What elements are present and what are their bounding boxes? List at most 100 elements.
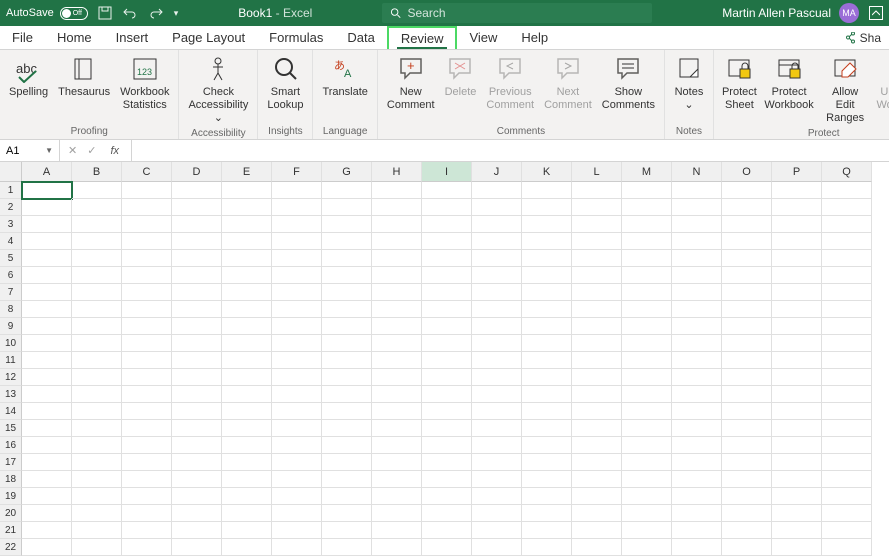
- cell-L10[interactable]: [572, 335, 622, 352]
- cell-K14[interactable]: [522, 403, 572, 420]
- cell-O1[interactable]: [722, 182, 772, 199]
- check-button[interactable]: CheckAccessibility ⌄: [183, 52, 253, 128]
- cell-M14[interactable]: [622, 403, 672, 420]
- column-header-J[interactable]: J: [472, 162, 522, 182]
- cell-F19[interactable]: [272, 488, 322, 505]
- cell-F17[interactable]: [272, 454, 322, 471]
- cell-Q15[interactable]: [822, 420, 872, 437]
- undo-icon[interactable]: [122, 6, 138, 20]
- cell-H7[interactable]: [372, 284, 422, 301]
- cell-H11[interactable]: [372, 352, 422, 369]
- cell-P20[interactable]: [772, 505, 822, 522]
- cell-E20[interactable]: [222, 505, 272, 522]
- protect-button[interactable]: ProtectWorkbook: [761, 52, 818, 114]
- cell-K6[interactable]: [522, 267, 572, 284]
- column-header-G[interactable]: G: [322, 162, 372, 182]
- cell-M5[interactable]: [622, 250, 672, 267]
- cell-K3[interactable]: [522, 216, 572, 233]
- cell-F14[interactable]: [272, 403, 322, 420]
- cell-C20[interactable]: [122, 505, 172, 522]
- cell-N10[interactable]: [672, 335, 722, 352]
- cell-M19[interactable]: [622, 488, 672, 505]
- cell-L2[interactable]: [572, 199, 622, 216]
- cell-Q16[interactable]: [822, 437, 872, 454]
- cell-N9[interactable]: [672, 318, 722, 335]
- cell-A12[interactable]: [22, 369, 72, 386]
- cell-H14[interactable]: [372, 403, 422, 420]
- cell-P17[interactable]: [772, 454, 822, 471]
- cell-H15[interactable]: [372, 420, 422, 437]
- cell-D8[interactable]: [172, 301, 222, 318]
- cell-K5[interactable]: [522, 250, 572, 267]
- tab-data[interactable]: Data: [335, 26, 386, 49]
- cell-L18[interactable]: [572, 471, 622, 488]
- cell-H13[interactable]: [372, 386, 422, 403]
- share-button[interactable]: Sha: [837, 26, 889, 49]
- cell-J5[interactable]: [472, 250, 522, 267]
- cell-F18[interactable]: [272, 471, 322, 488]
- cell-O16[interactable]: [722, 437, 772, 454]
- cell-F3[interactable]: [272, 216, 322, 233]
- cell-E3[interactable]: [222, 216, 272, 233]
- cell-L8[interactable]: [572, 301, 622, 318]
- column-header-D[interactable]: D: [172, 162, 222, 182]
- cell-K10[interactable]: [522, 335, 572, 352]
- new-button[interactable]: +NewComment: [382, 52, 440, 114]
- search-input[interactable]: [407, 6, 644, 20]
- tab-insert[interactable]: Insert: [104, 26, 161, 49]
- cell-O15[interactable]: [722, 420, 772, 437]
- cell-H6[interactable]: [372, 267, 422, 284]
- cell-B16[interactable]: [72, 437, 122, 454]
- cell-B15[interactable]: [72, 420, 122, 437]
- cancel-formula-icon[interactable]: ✕: [68, 144, 77, 157]
- cell-A3[interactable]: [22, 216, 72, 233]
- cell-I17[interactable]: [422, 454, 472, 471]
- cell-K9[interactable]: [522, 318, 572, 335]
- cell-B7[interactable]: [72, 284, 122, 301]
- cell-I18[interactable]: [422, 471, 472, 488]
- cell-J17[interactable]: [472, 454, 522, 471]
- cell-F8[interactable]: [272, 301, 322, 318]
- cell-B8[interactable]: [72, 301, 122, 318]
- cell-I7[interactable]: [422, 284, 472, 301]
- cell-O20[interactable]: [722, 505, 772, 522]
- cell-G19[interactable]: [322, 488, 372, 505]
- cell-G12[interactable]: [322, 369, 372, 386]
- cell-J9[interactable]: [472, 318, 522, 335]
- cell-E13[interactable]: [222, 386, 272, 403]
- tab-file[interactable]: File: [0, 26, 45, 49]
- cell-O17[interactable]: [722, 454, 772, 471]
- smart-button[interactable]: SmartLookup: [262, 52, 308, 114]
- cell-D16[interactable]: [172, 437, 222, 454]
- cell-L14[interactable]: [572, 403, 622, 420]
- cell-I15[interactable]: [422, 420, 472, 437]
- cell-I6[interactable]: [422, 267, 472, 284]
- column-header-C[interactable]: C: [122, 162, 172, 182]
- cell-O6[interactable]: [722, 267, 772, 284]
- cell-B2[interactable]: [72, 199, 122, 216]
- cell-J16[interactable]: [472, 437, 522, 454]
- cell-J6[interactable]: [472, 267, 522, 284]
- cell-B13[interactable]: [72, 386, 122, 403]
- row-header-14[interactable]: 14: [0, 403, 22, 420]
- cell-D11[interactable]: [172, 352, 222, 369]
- cell-P1[interactable]: [772, 182, 822, 199]
- cell-N21[interactable]: [672, 522, 722, 539]
- tab-formulas[interactable]: Formulas: [257, 26, 335, 49]
- cell-Q14[interactable]: [822, 403, 872, 420]
- cell-C19[interactable]: [122, 488, 172, 505]
- cell-J11[interactable]: [472, 352, 522, 369]
- cell-P19[interactable]: [772, 488, 822, 505]
- cell-O4[interactable]: [722, 233, 772, 250]
- cell-C5[interactable]: [122, 250, 172, 267]
- cell-E11[interactable]: [222, 352, 272, 369]
- cell-N8[interactable]: [672, 301, 722, 318]
- row-header-10[interactable]: 10: [0, 335, 22, 352]
- cell-N12[interactable]: [672, 369, 722, 386]
- cell-O14[interactable]: [722, 403, 772, 420]
- row-header-11[interactable]: 11: [0, 352, 22, 369]
- cell-Q17[interactable]: [822, 454, 872, 471]
- cell-M11[interactable]: [622, 352, 672, 369]
- cell-C7[interactable]: [122, 284, 172, 301]
- chevron-down-icon[interactable]: ▼: [45, 146, 53, 155]
